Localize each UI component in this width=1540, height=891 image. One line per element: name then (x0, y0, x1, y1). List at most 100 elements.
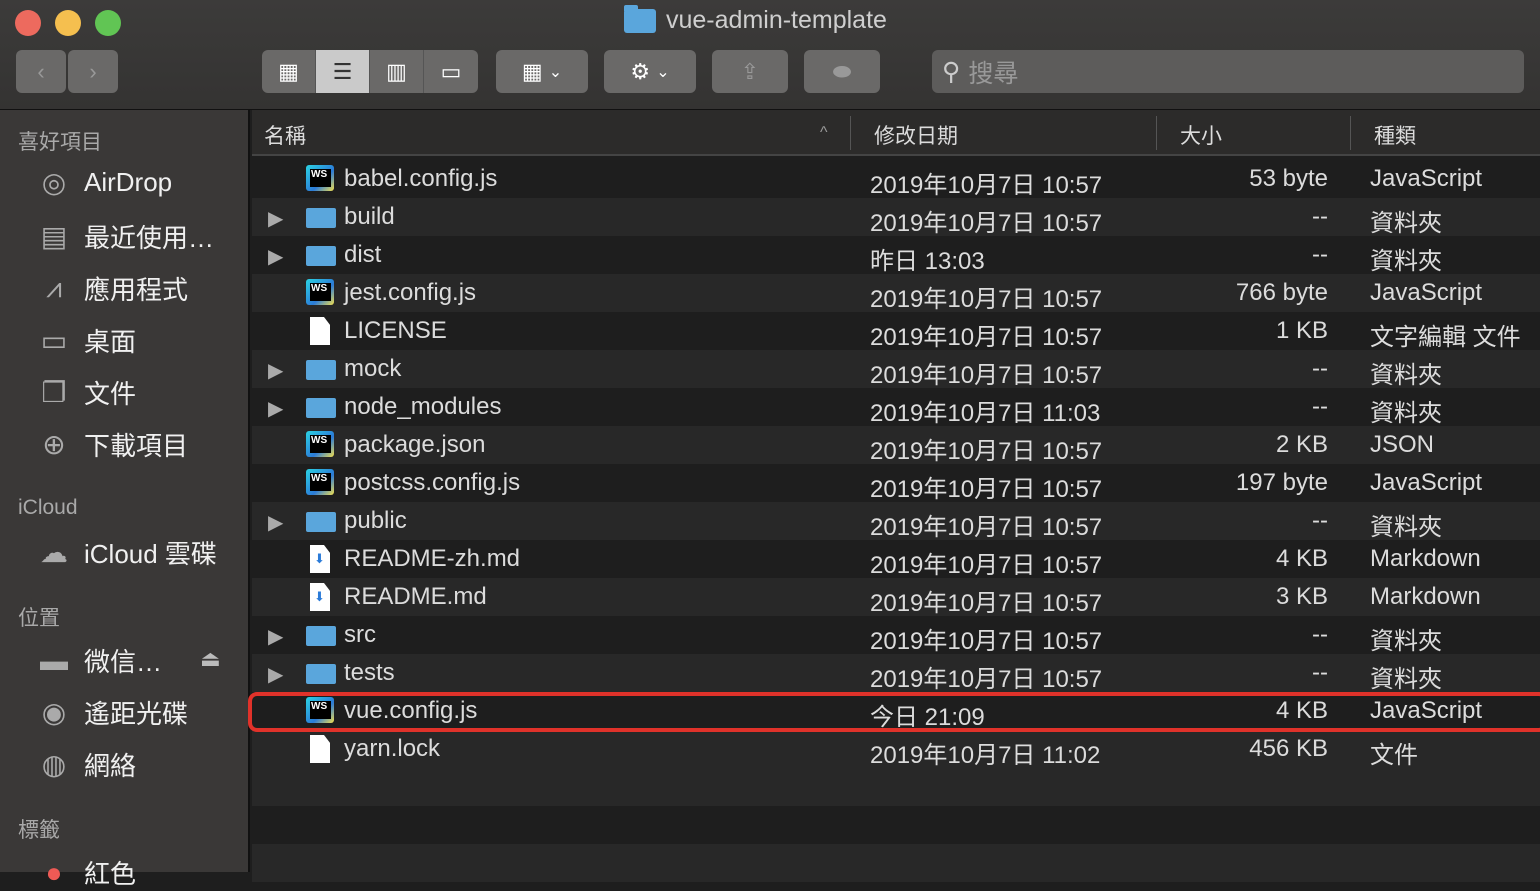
file-row[interactable]: ▶ dist 昨日 13:03 -- 資料夾 (252, 236, 1540, 275)
file-date: 2019年10月7日 10:57 (870, 552, 1103, 579)
file-size: -- (1312, 659, 1328, 686)
file-kind: 資料夾 (1370, 248, 1442, 275)
file-size: 197 byte (1235, 469, 1328, 496)
disclosure-triangle-icon[interactable]: ▶ (268, 510, 283, 535)
file-row[interactable]: jest.config.js 2019年10月7日 10:57 766 byte Ja… (252, 274, 1540, 313)
file-kind: 資料夾 (1370, 210, 1442, 237)
empty-row (252, 768, 1540, 806)
column-kind[interactable]: 種類 (1374, 120, 1416, 150)
webstorm-file-icon (306, 165, 334, 191)
disclosure-triangle-icon[interactable]: ▶ (268, 206, 283, 231)
sidebar-item-icloud-drive[interactable]: ☁ iCloud 雲碟 (36, 534, 217, 571)
file-row[interactable]: ▶ mock 2019年10月7日 10:57 -- 資料夾 (252, 350, 1540, 389)
sidebar-item-wechat-disk[interactable]: ▬ 微信… (36, 642, 162, 679)
file-row[interactable]: package.json 2019年10月7日 10:57 2 KB JSON (252, 426, 1540, 465)
file-name: dist (344, 241, 382, 268)
favorites-header: 喜好項目 (18, 131, 102, 154)
sidebar-item-applications[interactable]: ⩘ 應用程式 (36, 270, 188, 307)
file-name: public (344, 507, 407, 534)
column-date[interactable]: 修改日期 (874, 120, 958, 150)
file-row[interactable]: ▶ tests 2019年10月7日 10:57 -- 資料夾 (252, 654, 1540, 693)
file-kind: 文字編輯 文件 (1370, 324, 1521, 351)
disclosure-triangle-icon[interactable]: ▶ (268, 624, 283, 649)
sidebar-item-downloads[interactable]: ⊕ 下載項目 (36, 426, 188, 463)
file-kind: 資料夾 (1370, 514, 1442, 541)
file-size: 1 KB (1275, 317, 1328, 344)
folder-icon (306, 664, 336, 684)
file-size: -- (1312, 621, 1328, 648)
sidebar-item-desktop[interactable]: ▭ 桌面 (36, 322, 136, 359)
file-row[interactable]: yarn.lock 2019年10月7日 11:02 456 KB 文件 (252, 730, 1540, 769)
chevron-down-icon: ⌄ (548, 63, 563, 81)
file-kind: JavaScript (1370, 279, 1483, 306)
tag-button[interactable]: ⬬ (804, 50, 880, 93)
webstorm-file-icon (306, 279, 334, 305)
folder-icon (306, 398, 336, 418)
share-button[interactable]: ⇪ (712, 50, 788, 93)
sidebar-item-tag-red[interactable]: ● 紅色 (36, 854, 136, 891)
disclosure-triangle-icon[interactable]: ▶ (268, 662, 283, 687)
file-row[interactable]: postcss.config.js 2019年10月7日 10:57 197 byt… (252, 464, 1540, 503)
column-size[interactable]: 大小 (1180, 120, 1222, 150)
file-date: 2019年10月7日 11:02 (870, 742, 1101, 769)
file-name: babel.config.js (344, 165, 498, 192)
file-name: node_modules (344, 393, 502, 420)
folder-icon (306, 360, 336, 380)
file-row[interactable]: ▶ public 2019年10月7日 10:57 -- 資料夾 (252, 502, 1540, 541)
file-row[interactable]: babel.config.js 2019年10月7日 10:57 53 byte Ja… (252, 160, 1540, 199)
sidebar-item-documents[interactable]: ❐ 文件 (36, 374, 136, 411)
file-row[interactable]: LICENSE 2019年10月7日 10:57 1 KB 文字編輯 文件 (252, 312, 1540, 351)
sidebar-item-label: iCloud 雲碟 (84, 539, 217, 569)
column-name[interactable]: 名稱 (264, 120, 306, 150)
file-size: 53 byte (1249, 165, 1328, 192)
title-bar: vue-admin-template ‹ › ▦ ☰ ▥ ▭ ▦ ⌄ ⚙ ⌄ ⇪… (0, 0, 1540, 110)
desktop-icon: ▭ (40, 325, 68, 356)
search-field[interactable]: ⚲ 搜尋 (932, 50, 1524, 93)
group-button[interactable]: ▦ ⌄ (496, 50, 588, 93)
gallery-view-button[interactable]: ▭ (424, 50, 478, 93)
back-button[interactable]: ‹ (16, 50, 66, 93)
disclosure-triangle-icon[interactable]: ▶ (268, 358, 283, 383)
file-row[interactable]: ▶ build 2019年10月7日 10:57 -- 資料夾 (252, 198, 1540, 237)
minimize-button[interactable] (55, 10, 81, 36)
file-name: mock (344, 355, 402, 382)
file-size: 766 byte (1235, 279, 1328, 306)
file-size: -- (1312, 507, 1328, 534)
sidebar-item-label: 文件 (84, 379, 137, 409)
folder-icon (306, 512, 336, 532)
column-view-button[interactable]: ▥ (370, 50, 424, 93)
sidebar-item-label: 桌面 (84, 327, 137, 357)
sidebar-item-remote-disc[interactable]: ◉ 遙距光碟 (36, 694, 188, 731)
sidebar: 喜好項目 ◎ AirDrop ▤ 最近使用… ⩘ 應用程式 ▭ 桌面 ❐ 文件 ⊕ 下載項目… (0, 110, 250, 889)
file-row[interactable]: README.md 2019年10月7日 10:57 3 KB Markdown (252, 578, 1540, 617)
icon-view-button[interactable]: ▦ (262, 50, 316, 93)
file-row[interactable]: ▶ src 2019年10月7日 10:57 -- 資料夾 (252, 616, 1540, 655)
file-row[interactable]: ▶ node_modules 2019年10月7日 11:03 -- 資料夾 (252, 388, 1540, 427)
file-name: tests (344, 659, 395, 686)
sidebar-item-label: 紅色 (84, 859, 137, 889)
share-icon: ⇪ (740, 58, 760, 84)
zoom-button[interactable] (95, 10, 121, 36)
forward-button[interactable]: › (68, 50, 118, 93)
file-date: 2019年10月7日 10:57 (870, 210, 1103, 237)
window-title-text: vue-admin-template (666, 6, 887, 34)
file-kind: Markdown (1370, 545, 1481, 572)
file-kind: JavaScript (1370, 165, 1483, 192)
disclosure-triangle-icon[interactable]: ▶ (268, 244, 283, 269)
file-name: jest.config.js (344, 279, 477, 306)
sidebar-item-network[interactable]: ◍ 網絡 (36, 746, 136, 783)
sidebar-item-airdrop[interactable]: ◎ AirDrop (36, 166, 172, 199)
locations-header: 位置 (18, 607, 60, 630)
folder-icon (306, 208, 336, 228)
empty-row (252, 806, 1540, 844)
list-view-button[interactable]: ☰ (316, 50, 370, 93)
disclosure-triangle-icon[interactable]: ▶ (268, 396, 283, 421)
sidebar-item-recents[interactable]: ▤ 最近使用… (36, 218, 214, 255)
action-button[interactable]: ⚙ ⌄ (604, 50, 696, 93)
airdrop-icon: ◎ (41, 167, 67, 198)
file-kind: 資料夾 (1370, 362, 1442, 389)
file-kind: JavaScript (1370, 469, 1483, 496)
eject-icon[interactable]: ⏏ (200, 646, 221, 672)
file-row[interactable]: README-zh.md 2019年10月7日 10:57 4 KB Markdown (252, 540, 1540, 579)
close-button[interactable] (15, 10, 41, 36)
